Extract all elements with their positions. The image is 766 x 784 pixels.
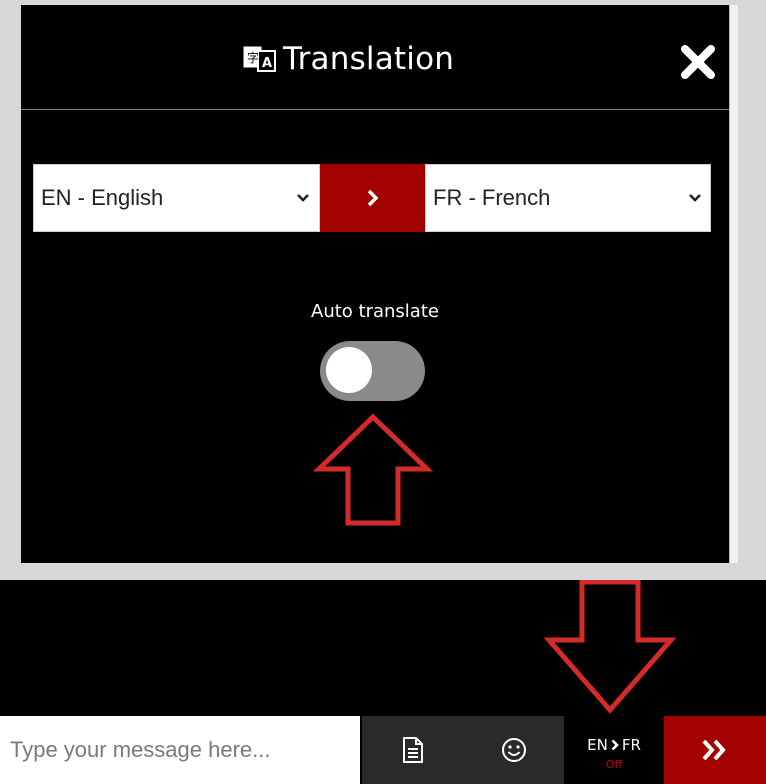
language-direction-button[interactable]	[320, 164, 425, 232]
annotation-arrow-down-icon	[544, 580, 676, 714]
message-input[interactable]	[0, 716, 360, 784]
close-button[interactable]	[675, 39, 721, 85]
document-icon	[403, 737, 423, 763]
title-group: 字 A Translation	[243, 39, 454, 79]
translation-status-button[interactable]: EN FR Off	[564, 716, 664, 784]
translate-icon: 字 A	[243, 46, 276, 72]
svg-text:A: A	[262, 56, 272, 71]
panel-title: Translation	[283, 41, 455, 77]
chevron-down-icon	[689, 194, 701, 202]
language-pair: EN FR	[564, 736, 664, 754]
chevron-down-icon	[297, 194, 309, 202]
emoji-button[interactable]	[464, 716, 564, 784]
toggle-knob	[326, 347, 372, 393]
target-language-value: FR - French	[433, 185, 551, 210]
chevron-right-icon	[367, 189, 379, 207]
source-language-value: EN - English	[41, 185, 164, 210]
double-chevron-right-icon	[702, 739, 726, 761]
send-button[interactable]	[664, 716, 766, 784]
auto-translate-toggle[interactable]	[320, 341, 425, 401]
chat-bar: EN FR Off	[0, 580, 766, 784]
panel-header: 字 A Translation	[21, 5, 729, 110]
attach-document-button[interactable]	[362, 716, 464, 784]
svg-text:字: 字	[247, 50, 259, 65]
chevron-right-icon	[611, 739, 619, 751]
scrollbar-track[interactable]	[729, 5, 738, 563]
translation-status: Off	[605, 758, 623, 771]
auto-translate-label: Auto translate	[311, 301, 439, 322]
pair-target: FR	[621, 736, 641, 754]
pair-source: EN	[587, 736, 608, 754]
translation-panel: 字 A Translation EN - English FR - French…	[21, 5, 729, 563]
close-icon	[681, 45, 715, 79]
target-language-select[interactable]: FR - French	[425, 164, 711, 232]
source-language-select[interactable]: EN - English	[33, 164, 320, 232]
annotation-arrow-up-icon	[313, 413, 433, 526]
smiley-icon	[502, 738, 526, 762]
